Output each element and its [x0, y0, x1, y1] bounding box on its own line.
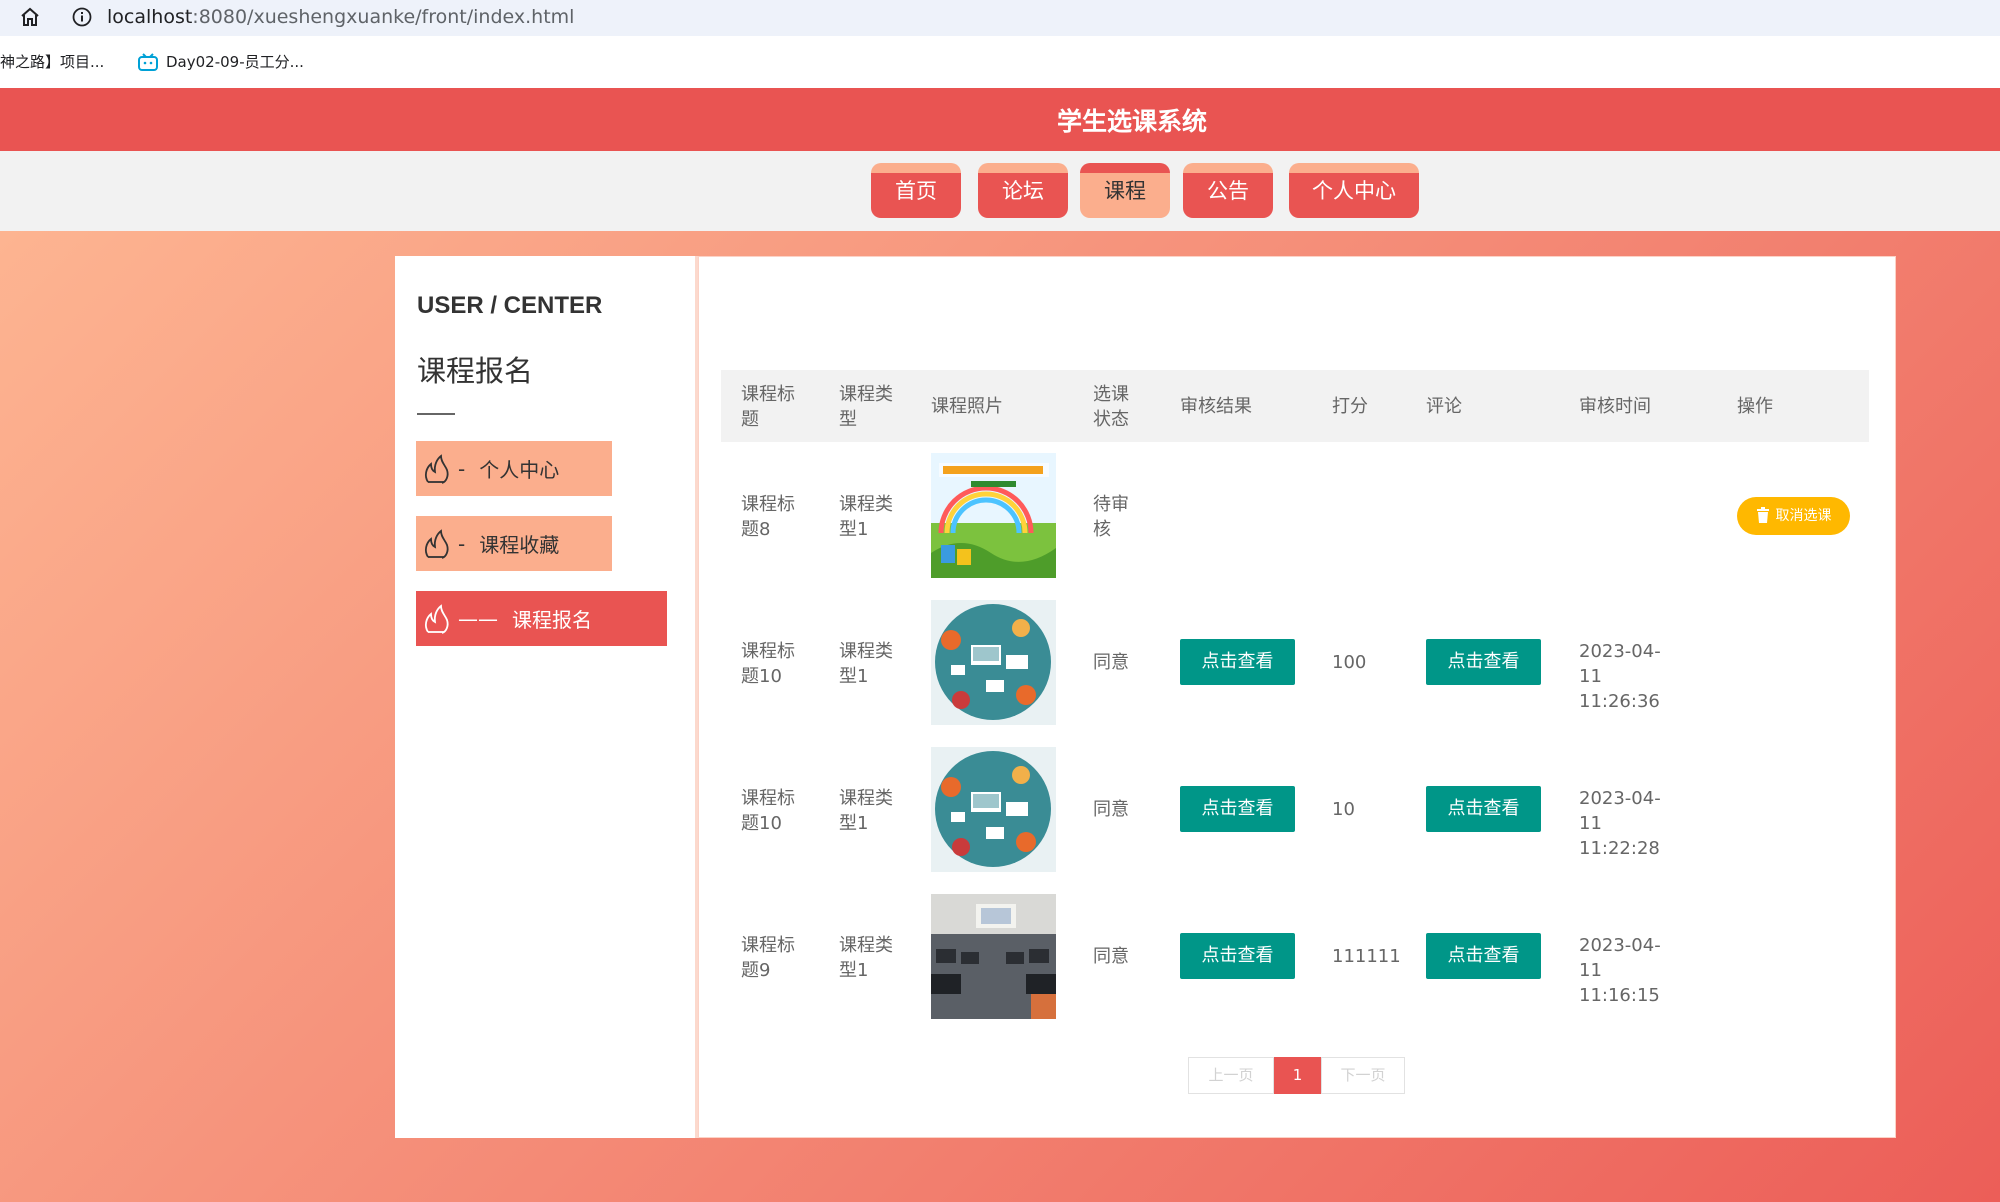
view-comment-button[interactable]: 点击查看 [1426, 639, 1541, 685]
user-center-sidebar: USER / CENTER 课程报名 - 个人中心 - 课程收藏 —— 课程报名 [395, 256, 695, 1138]
view-comment-button[interactable]: 点击查看 [1426, 933, 1541, 979]
view-result-button[interactable]: 点击查看 [1180, 639, 1295, 685]
course-photo-office-desk[interactable] [931, 747, 1056, 872]
nav-label: 个人中心 [1312, 179, 1396, 203]
header-score: 打分 [1332, 396, 1368, 417]
view-comment-button[interactable]: 点击查看 [1426, 786, 1541, 832]
course-photo-classroom[interactable] [931, 894, 1056, 1019]
main-nav: 首页 论坛 课程 公告 个人中心 [0, 151, 2000, 231]
cell-status: 同意 [1093, 946, 1129, 967]
cell-review-time: 2023-04-11 11:26:36 [1579, 641, 1661, 712]
view-result-button[interactable]: 点击查看 [1180, 786, 1295, 832]
header-course-type: 课程类型 [839, 384, 893, 430]
sidebar-item-user-center[interactable]: - 个人中心 [416, 441, 612, 496]
cell-course-type: 课程类型1 [839, 641, 893, 687]
header-review-time: 审核时间 [1579, 396, 1651, 417]
cell-score: 111111 [1332, 946, 1401, 967]
table-row: 课程标题10 课程类型1 同意 点击查看 100 点击查看 2023-04-11… [721, 589, 1869, 736]
bookmark-item[interactable]: Day02-09-员工分... [138, 51, 304, 72]
sidebar-item-label: 个人中心 [479, 458, 560, 482]
url-text[interactable]: localhost:8080/xueshengxuanke/front/inde… [107, 4, 574, 30]
cell-status: 同意 [1093, 652, 1129, 673]
cancel-course-label: 取消选课 [1775, 508, 1832, 524]
table-row: 课程标题9 课程类型1 同意 点击查看 111111 点击查看 2023-04-… [721, 883, 1869, 1030]
sidebar-item-favorites[interactable]: - 课程收藏 [416, 516, 612, 571]
flame-icon [424, 453, 449, 484]
header-course-photo: 课程照片 [931, 396, 1003, 417]
sidebar-item-label: 课程报名 [512, 608, 592, 632]
table-row: 课程标题10 课程类型1 同意 点击查看 10 点击查看 2023-04-11 … [721, 736, 1869, 883]
header-course-title: 课程标题 [741, 384, 795, 430]
pagination: 上一页 1 下一页 [1188, 1057, 1405, 1094]
sidebar-divider [417, 413, 455, 415]
site-info-icon[interactable] [71, 6, 93, 28]
next-page-button[interactable]: 下一页 [1321, 1057, 1405, 1094]
cell-course-type: 课程类型1 [839, 494, 893, 540]
flame-icon [424, 528, 449, 559]
cell-score: 100 [1332, 652, 1367, 673]
cell-score: 10 [1332, 799, 1355, 820]
cell-review-time: 2023-04-11 11:16:15 [1579, 935, 1661, 1006]
nav-label: 论坛 [1002, 179, 1044, 203]
header-comment: 评论 [1426, 396, 1462, 417]
bilibili-icon [138, 53, 158, 71]
menu-dash: —— [458, 606, 498, 631]
cancel-course-button[interactable]: 取消选课 [1737, 497, 1850, 535]
sidebar-item-label: 课程收藏 [479, 533, 560, 557]
cell-status: 待审核 [1093, 494, 1129, 540]
sidebar-title: USER / CENTER [417, 292, 603, 319]
table-header: 课程标题 课程类型 课程照片 选课状态 审核结果 打分 评论 审核时间 操作 [721, 370, 1869, 442]
cell-course-title: 课程标题9 [741, 935, 795, 981]
flame-icon [424, 603, 449, 634]
nav-forum[interactable]: 论坛 [978, 163, 1068, 218]
bookmarks-bar: 神之路】项目... Day02-09-员工分... [0, 36, 2000, 88]
cell-course-title: 课程标题10 [741, 641, 795, 687]
course-photo-english-ppt[interactable] [931, 453, 1056, 578]
header-review-result: 审核结果 [1180, 396, 1252, 417]
site-header: 学生选课系统 [0, 88, 2000, 151]
nav-notice[interactable]: 公告 [1183, 163, 1273, 218]
sidebar-item-course-signup[interactable]: —— 课程报名 [416, 591, 667, 646]
site-title: 学生选课系统 [1056, 107, 1207, 136]
url-path: :8080/xueshengxuanke/front/index.html [192, 6, 575, 28]
nav-label: 课程 [1104, 179, 1146, 203]
page-number-button[interactable]: 1 [1274, 1057, 1321, 1094]
url-host: localhost [107, 6, 193, 28]
home-icon[interactable] [18, 5, 42, 29]
cell-course-title: 课程标题10 [741, 788, 795, 834]
view-result-button[interactable]: 点击查看 [1180, 933, 1295, 979]
menu-dash: - [458, 531, 466, 556]
course-photo-office-desk[interactable] [931, 600, 1056, 725]
cell-status: 同意 [1093, 799, 1129, 820]
menu-dash: - [458, 456, 466, 481]
nav-home[interactable]: 首页 [871, 163, 961, 218]
bookmark-label: Day02-09-员工分... [166, 53, 304, 71]
nav-label: 公告 [1207, 179, 1249, 203]
cell-review-time: 2023-04-11 11:22:28 [1579, 788, 1661, 859]
sidebar-subtitle: 课程报名 [417, 354, 534, 388]
bookmark-item[interactable]: 神之路】项目... [0, 51, 104, 72]
cell-course-type: 课程类型1 [839, 788, 893, 834]
browser-address-bar: localhost:8080/xueshengxuanke/front/inde… [0, 0, 2000, 36]
cell-course-title: 课程标题8 [741, 494, 795, 540]
table-row: 课程标题8 课程类型1 待审核 取消选课 [721, 442, 1869, 589]
trash-icon [1756, 507, 1769, 523]
cell-course-type: 课程类型1 [839, 935, 893, 981]
nav-course[interactable]: 课程 [1080, 163, 1170, 218]
header-action: 操作 [1737, 396, 1773, 417]
header-status: 选课状态 [1093, 384, 1129, 430]
bookmark-label: 神之路】项目... [0, 53, 105, 71]
prev-page-button[interactable]: 上一页 [1188, 1057, 1274, 1094]
nav-label: 首页 [895, 179, 937, 203]
nav-user-center[interactable]: 个人中心 [1289, 163, 1419, 218]
